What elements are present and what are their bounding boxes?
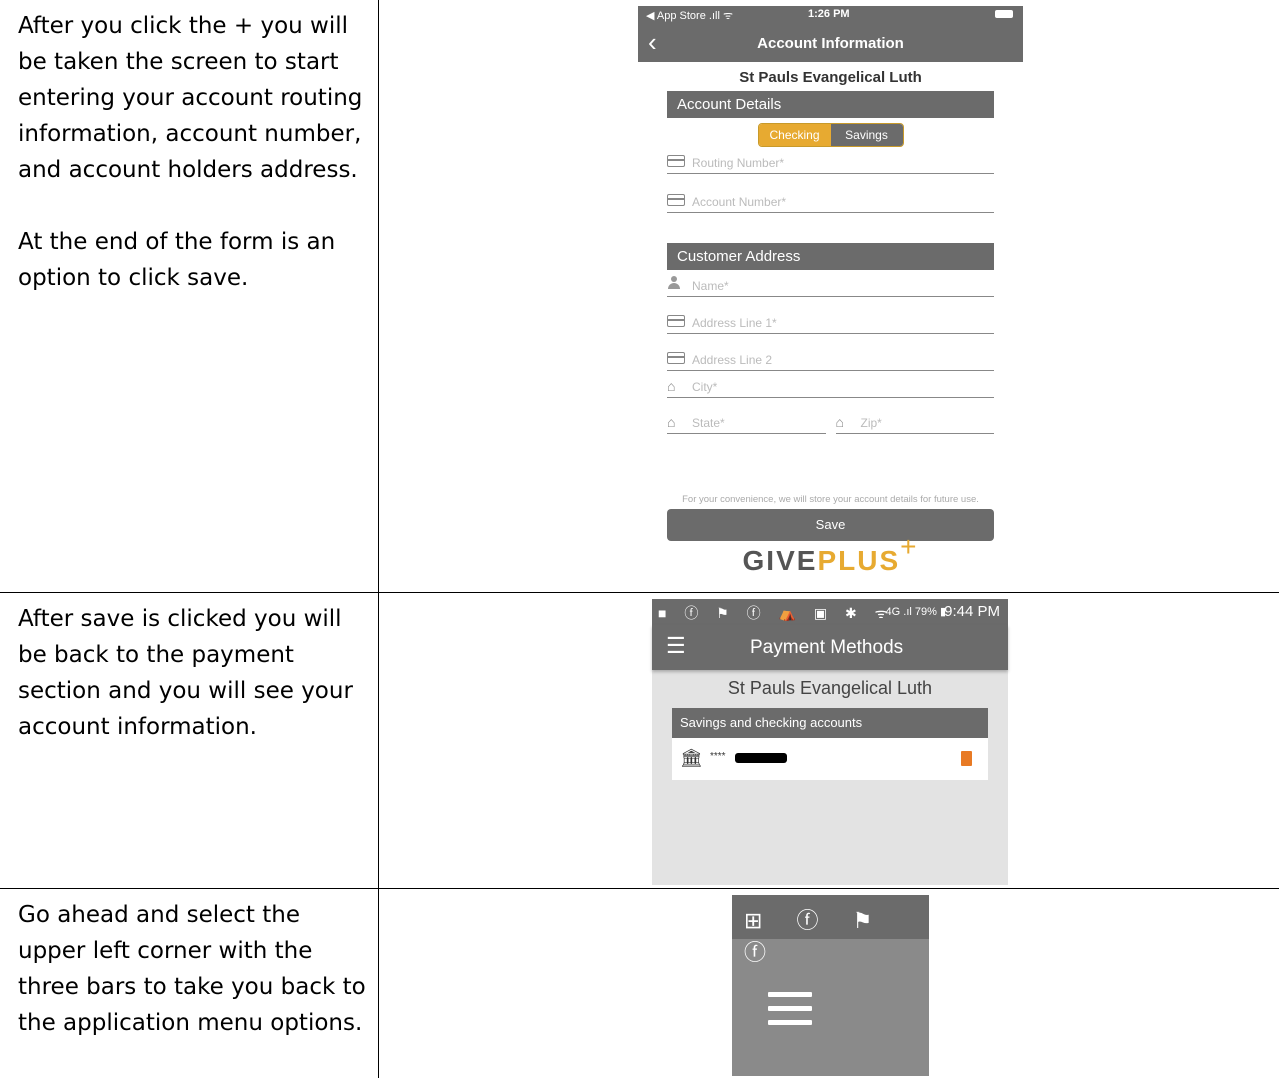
instruction-text: After you click the + you will be taken … bbox=[18, 13, 363, 183]
giveplus-logo: GIVEPLUS+ bbox=[638, 533, 1023, 576]
app-bar: ☰ Payment Methods bbox=[652, 624, 1008, 670]
nav-bar: ‹ Account Information bbox=[638, 23, 1023, 62]
payment-methods-screenshot: ■ ⓕ ⚑ ⓕ ⛺ ▣ ✱ ᯤ 4G .ıl 79% ▮ 9:44 PM ☰ P… bbox=[652, 598, 1008, 885]
list-item[interactable]: 🏛 **** bbox=[672, 737, 988, 780]
menu-button-screenshot: ⊞ ⓕ ⚑ ⓕ bbox=[732, 894, 929, 1076]
person-icon bbox=[667, 276, 681, 293]
account-number-field[interactable]: Account Number* bbox=[667, 186, 994, 213]
checking-option[interactable]: Checking bbox=[758, 124, 831, 146]
storage-notice: For your convenience, we will store your… bbox=[682, 494, 979, 505]
name-field[interactable]: Name* bbox=[667, 270, 994, 297]
instruction-text: Go ahead and select the upper left corne… bbox=[18, 901, 366, 1036]
organization-name: St Pauls Evangelical Luth bbox=[727, 677, 933, 698]
screen-title: Payment Methods bbox=[750, 636, 904, 658]
instruction-text: After save is clicked you will be back t… bbox=[18, 605, 353, 740]
address-card-icon bbox=[667, 314, 685, 330]
logo-plus: PLUS bbox=[817, 545, 901, 576]
address-line-2-placeholder: Address Line 2 bbox=[692, 353, 773, 367]
account-mask: **** bbox=[710, 750, 726, 762]
address-line-2-field[interactable]: Address Line 2 bbox=[667, 344, 994, 371]
zip-field[interactable]: ⌂ Zip* bbox=[835, 408, 994, 434]
ios-status-bar: ◀ App Store .ıll ᯤ 1:26 PM bbox=[638, 6, 1023, 23]
accounts-list-header: Savings and checking accounts bbox=[672, 707, 988, 738]
hamburger-menu-icon[interactable]: ☰ bbox=[666, 633, 686, 659]
zip-placeholder: Zip* bbox=[860, 416, 882, 430]
customer-address-header: Customer Address bbox=[667, 243, 994, 270]
logo-cross-icon: + bbox=[900, 531, 919, 562]
notification-icons: ■ ⓕ ⚑ ⓕ ⛺ ▣ ✱ ᯤ bbox=[658, 604, 895, 621]
city-placeholder: City* bbox=[692, 380, 718, 394]
account-number-placeholder: Account Number* bbox=[692, 195, 787, 209]
state-field[interactable]: ⌂ State* bbox=[667, 408, 826, 434]
city-field[interactable]: ⌂ City* bbox=[667, 371, 994, 398]
screenshot-cell: ■ ⓕ ⚑ ⓕ ⛺ ▣ ✱ ᯤ 4G .ıl 79% ▮ 9:44 PM ☰ P… bbox=[378, 591, 1279, 889]
card-icon bbox=[667, 193, 685, 209]
savings-option[interactable]: Savings bbox=[830, 124, 903, 146]
table-row: After you click the + you will be taken … bbox=[0, 0, 1279, 593]
account-details-header: Account Details bbox=[667, 91, 994, 118]
address-card-icon bbox=[667, 351, 685, 367]
address-line-1-placeholder: Address Line 1* bbox=[692, 316, 777, 330]
screenshot-cell: ⊞ ⓕ ⚑ ⓕ bbox=[378, 887, 1279, 1078]
screenshot-cell: ◀ App Store .ıll ᯤ 1:26 PM ‹ Account Inf… bbox=[378, 0, 1279, 593]
signal-battery: 4G .ıl 79% ▮ bbox=[885, 605, 946, 618]
status-time: 9:44 PM bbox=[944, 602, 1000, 620]
status-time: 1:26 PM bbox=[808, 8, 850, 20]
screen-title: Account Information bbox=[757, 35, 904, 52]
android-status-bar: ⊞ ⓕ ⚑ ⓕ bbox=[732, 894, 929, 965]
logo-give: GIVE bbox=[742, 545, 818, 576]
home-icon: ⌂ bbox=[835, 414, 844, 430]
battery-icon bbox=[995, 10, 1013, 18]
routing-number-field[interactable]: Routing Number* bbox=[667, 147, 994, 174]
trash-icon[interactable] bbox=[961, 750, 972, 766]
hamburger-menu-icon[interactable] bbox=[768, 991, 812, 1034]
state-zip-row: ⌂ State* ⌂ Zip* bbox=[667, 408, 994, 434]
organization-name: St Pauls Evangelical Luth bbox=[739, 69, 922, 86]
account-type-toggle[interactable]: Checking Savings bbox=[757, 123, 904, 147]
table-row: After save is clicked you will be back t… bbox=[0, 591, 1279, 889]
home-icon: ⌂ bbox=[667, 378, 676, 394]
instruction-table: After you click the + you will be taken … bbox=[0, 0, 1279, 1078]
card-icon bbox=[667, 154, 685, 170]
table-row: Go ahead and select the upper left corne… bbox=[0, 887, 1279, 1078]
instruction-cell: After save is clicked you will be back t… bbox=[0, 591, 379, 889]
redacted-account-number bbox=[735, 752, 787, 763]
routing-number-placeholder: Routing Number* bbox=[692, 156, 785, 170]
name-placeholder: Name* bbox=[692, 279, 729, 293]
carrier-label: ◀ App Store .ıll ᯤ bbox=[646, 10, 733, 22]
instruction-cell: After you click the + you will be taken … bbox=[0, 0, 379, 593]
address-line-1-field[interactable]: Address Line 1* bbox=[667, 307, 994, 334]
account-information-screenshot: ◀ App Store .ıll ᯤ 1:26 PM ‹ Account Inf… bbox=[638, 6, 1023, 589]
instruction-cell: Go ahead and select the upper left corne… bbox=[0, 887, 379, 1078]
android-status-bar: ■ ⓕ ⚑ ⓕ ⛺ ▣ ✱ ᯤ 4G .ıl 79% ▮ 9:44 PM bbox=[652, 598, 1008, 625]
save-button[interactable]: Save bbox=[667, 509, 994, 541]
home-icon: ⌂ bbox=[667, 414, 676, 430]
bank-icon: 🏛 bbox=[680, 747, 703, 768]
state-placeholder: State* bbox=[692, 416, 725, 430]
notification-icons: ⊞ ⓕ ⚑ ⓕ bbox=[744, 907, 887, 965]
instruction-text: At the end of the form is an option to c… bbox=[18, 229, 336, 291]
